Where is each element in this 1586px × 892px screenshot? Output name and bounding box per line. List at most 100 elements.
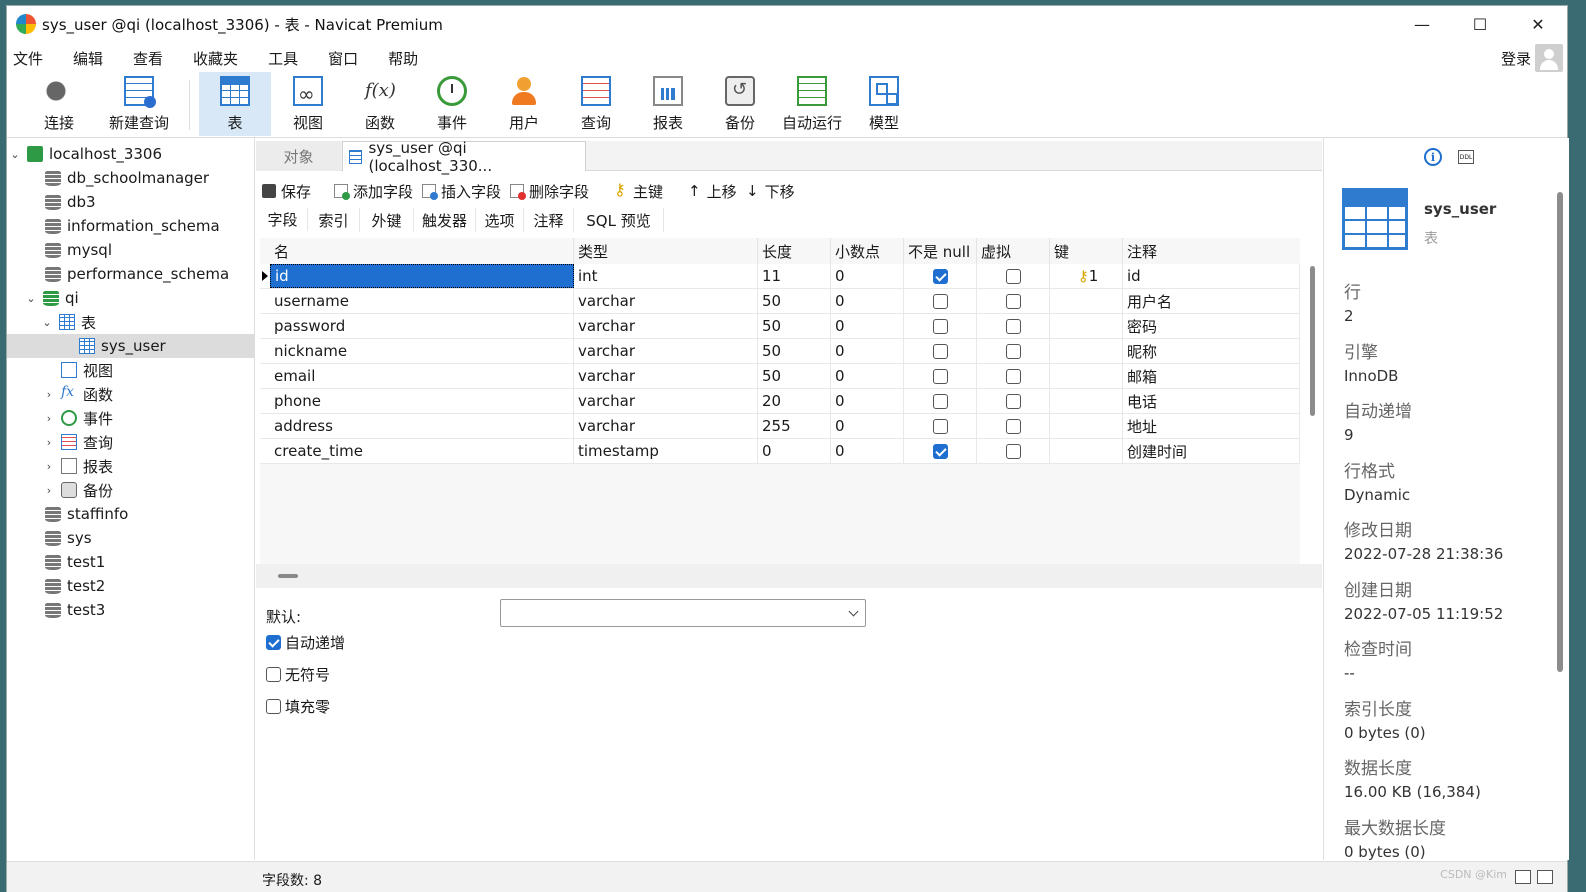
add-field-button[interactable]: 添加字段 [334, 178, 413, 204]
grid-cell-key[interactable] [1050, 414, 1123, 438]
tree-connection[interactable]: ⌄ localhost_3306 [7, 142, 255, 166]
grid-scrollbar[interactable] [1310, 266, 1315, 416]
grid-cell-notnull[interactable] [904, 339, 977, 363]
grid-cell-type[interactable]: varchar [574, 414, 758, 438]
tab-indexes[interactable]: 索引 [308, 208, 360, 232]
info-scrollbar[interactable] [1557, 192, 1563, 672]
grid-cell-notnull[interactable] [904, 314, 977, 338]
move-down-button[interactable]: ↓ 下移 [746, 178, 795, 204]
chevron-down-icon[interactable]: ⌄ [41, 316, 53, 329]
grid-cell-decimals[interactable]: 0 [831, 264, 904, 288]
tab-foreign-keys[interactable]: 外键 [360, 208, 414, 232]
grid-cell-key[interactable] [1050, 314, 1123, 338]
grid-cell-notnull[interactable] [904, 389, 977, 413]
grid-cell-notnull[interactable] [904, 264, 977, 288]
tree-qi[interactable]: ⌄ qi [7, 286, 255, 310]
grid-cell-name[interactable]: phone [270, 389, 574, 413]
grid-cell-decimals[interactable]: 0 [831, 314, 904, 338]
grid-cell-comment[interactable]: 昵称 [1123, 339, 1300, 363]
notnull-checkbox[interactable] [932, 443, 948, 459]
login-button[interactable]: 登录 [1501, 48, 1531, 69]
grid-cell-comment[interactable]: 电话 [1123, 389, 1300, 413]
grid-cell-length[interactable]: 50 [758, 314, 831, 338]
tree-mysql[interactable]: mysql [7, 238, 255, 262]
grid-cell-length[interactable]: 0 [758, 439, 831, 463]
minimize-icon[interactable]: — [1393, 6, 1451, 42]
tree-backups[interactable]: › 备份 [7, 478, 255, 502]
menu-window[interactable]: 窗口 [322, 48, 372, 69]
grid-cell-virtual[interactable] [977, 389, 1050, 413]
grid-cell-length[interactable]: 11 [758, 264, 831, 288]
virtual-checkbox[interactable] [1005, 418, 1021, 434]
grid-cell-virtual[interactable] [977, 439, 1050, 463]
virtual-checkbox[interactable] [1005, 268, 1021, 284]
splitter-bar[interactable] [256, 564, 1322, 588]
avatar-icon[interactable] [1535, 44, 1563, 72]
notnull-checkbox[interactable] [932, 318, 948, 334]
virtual-checkbox[interactable] [1005, 343, 1021, 359]
grid-cell-decimals[interactable]: 0 [831, 289, 904, 313]
grid-cell-decimals[interactable]: 0 [831, 339, 904, 363]
new-query-button[interactable]: 新建查询 [93, 72, 185, 136]
grid-cell-decimals[interactable]: 0 [831, 364, 904, 388]
backup-button[interactable]: 备份 [705, 72, 775, 136]
grid-cell-comment[interactable]: 用户名 [1123, 289, 1300, 313]
virtual-checkbox[interactable] [1005, 443, 1021, 459]
tab-objects[interactable]: 对象 [256, 141, 341, 171]
chevron-down-icon[interactable]: ⌄ [25, 292, 37, 305]
table-row[interactable]: phone varchar 20 0 电话 [260, 389, 1300, 414]
tree-test2[interactable]: test2 [7, 574, 255, 598]
grid-cell-decimals[interactable]: 0 [831, 389, 904, 413]
table-row[interactable]: address varchar 255 0 地址 [260, 414, 1300, 439]
grid-cell-name[interactable]: password [270, 314, 574, 338]
table-row[interactable]: password varchar 50 0 密码 [260, 314, 1300, 339]
event-button[interactable]: 事件 [417, 72, 487, 136]
grid-cell-length[interactable]: 255 [758, 414, 831, 438]
grid-cell-name[interactable]: username [270, 289, 574, 313]
tree-sys[interactable]: sys [7, 526, 255, 550]
zerofill-option[interactable]: 填充零 [266, 696, 330, 717]
zerofill-checkbox[interactable] [266, 699, 281, 714]
tree-views[interactable]: 视图 [7, 358, 255, 382]
menu-view[interactable]: 查看 [127, 48, 177, 69]
grid-cell-type[interactable]: int [574, 264, 758, 288]
grid-cell-type[interactable]: varchar [574, 289, 758, 313]
grid-cell-virtual[interactable] [977, 364, 1050, 388]
notnull-checkbox[interactable] [932, 418, 948, 434]
tree-tables[interactable]: ⌄ 表 [7, 310, 255, 334]
tree-reports[interactable]: › 报表 [7, 454, 255, 478]
grid-cell-type[interactable]: varchar [574, 364, 758, 388]
notnull-checkbox[interactable] [932, 393, 948, 409]
tree-staffinfo[interactable]: staffinfo [7, 502, 255, 526]
menu-tools[interactable]: 工具 [262, 48, 312, 69]
chevron-right-icon[interactable]: › [43, 436, 55, 449]
automation-button[interactable]: 自动运行 [777, 72, 847, 136]
tab-comment[interactable]: 注释 [524, 208, 574, 232]
grid-cell-virtual[interactable] [977, 264, 1050, 288]
chevron-right-icon[interactable]: › [43, 412, 55, 425]
grid-cell-key[interactable] [1050, 339, 1123, 363]
table-row[interactable]: username varchar 50 0 用户名 [260, 289, 1300, 314]
model-button[interactable]: 模型 [849, 72, 919, 136]
column-header[interactable]: 注释 [1123, 238, 1300, 264]
table-row[interactable]: nickname varchar 50 0 昵称 [260, 339, 1300, 364]
grid-cell-type[interactable]: timestamp [574, 439, 758, 463]
grid-cell-virtual[interactable] [977, 289, 1050, 313]
menu-edit[interactable]: 编辑 [67, 48, 117, 69]
virtual-checkbox[interactable] [1005, 293, 1021, 309]
grid-cell-key[interactable] [1050, 364, 1123, 388]
tree-functions[interactable]: › 函数 [7, 382, 255, 406]
menu-file[interactable]: 文件 [7, 48, 57, 69]
tree-events[interactable]: › 事件 [7, 406, 255, 430]
save-button[interactable]: 保存 [262, 178, 311, 204]
grid-cell-key[interactable]: ⚷ 1 [1050, 264, 1123, 288]
notnull-checkbox[interactable] [932, 343, 948, 359]
tree-performance-schema[interactable]: performance_schema [7, 262, 255, 286]
connect-button[interactable]: 连接 [29, 72, 89, 136]
grid-cell-notnull[interactable] [904, 439, 977, 463]
grid-cell-type[interactable]: varchar [574, 314, 758, 338]
grid-cell-notnull[interactable] [904, 364, 977, 388]
grid-cell-length[interactable]: 50 [758, 289, 831, 313]
table-row[interactable]: email varchar 50 0 邮箱 [260, 364, 1300, 389]
menu-favorites[interactable]: 收藏夹 [187, 48, 252, 69]
